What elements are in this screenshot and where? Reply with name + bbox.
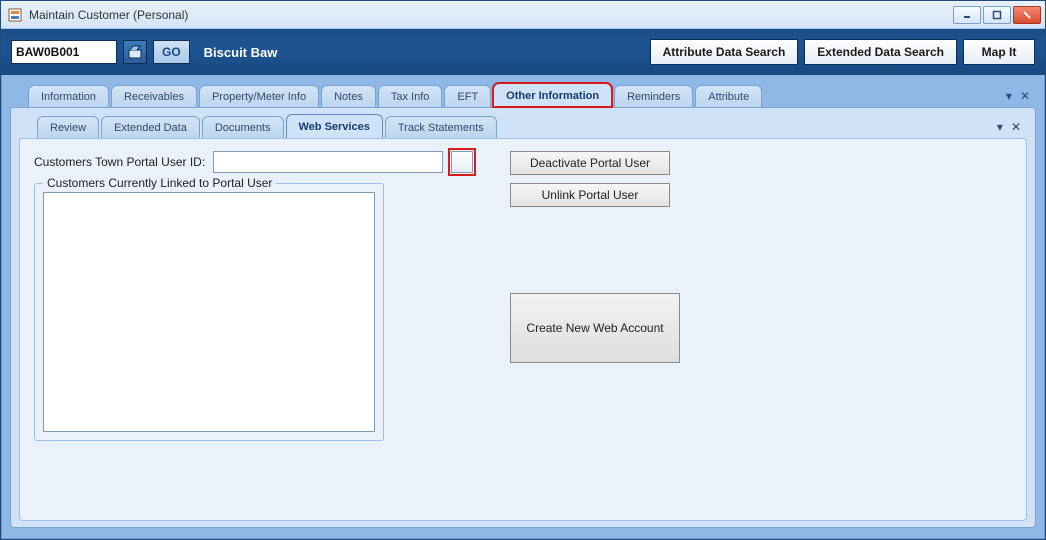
tab-other-information[interactable]: Other Information — [493, 83, 612, 107]
deactivate-portal-user-button[interactable]: Deactivate Portal User — [510, 151, 670, 175]
work-area: Information Receivables Property/Meter I… — [1, 75, 1045, 539]
tab-web-services[interactable]: Web Services — [286, 114, 383, 138]
linked-customers-list[interactable] — [43, 192, 375, 432]
tab-notes[interactable]: Notes — [321, 85, 376, 107]
panel-dropdown-icon[interactable]: ▾ — [1006, 89, 1012, 103]
subpanel-dropdown-icon[interactable]: ▾ — [997, 120, 1003, 134]
lookup-icon[interactable] — [123, 40, 147, 64]
tab-property-meter-info[interactable]: Property/Meter Info — [199, 85, 319, 107]
extended-data-search-button[interactable]: Extended Data Search — [804, 39, 957, 65]
attribute-data-search-button[interactable]: Attribute Data Search — [650, 39, 799, 65]
linked-customers-label: Customers Currently Linked to Portal Use… — [43, 176, 276, 190]
tab-documents[interactable]: Documents — [202, 116, 284, 138]
close-button[interactable] — [1013, 6, 1041, 24]
create-new-web-account-button[interactable]: Create New Web Account — [510, 293, 680, 363]
portal-user-id-input[interactable] — [213, 151, 443, 173]
toolbar: GO Biscuit Baw Attribute Data Search Ext… — [1, 29, 1045, 75]
portal-user-id-label: Customers Town Portal User ID: — [34, 155, 205, 169]
window-title: Maintain Customer (Personal) — [29, 8, 953, 22]
tab-attribute[interactable]: Attribute — [695, 85, 762, 107]
tab-eft[interactable]: EFT — [444, 85, 491, 107]
tab-track-statements[interactable]: Track Statements — [385, 116, 497, 138]
tab-extended-data[interactable]: Extended Data — [101, 116, 200, 138]
primary-tab-row: Information Receivables Property/Meter I… — [10, 81, 1036, 107]
tab-receivables[interactable]: Receivables — [111, 85, 197, 107]
tab-tax-info[interactable]: Tax Info — [378, 85, 443, 107]
minimize-button[interactable] — [953, 6, 981, 24]
app-window: Maintain Customer (Personal) GO Biscuit … — [0, 0, 1046, 540]
customer-code-input[interactable] — [11, 40, 117, 64]
maximize-button[interactable] — [983, 6, 1011, 24]
tab-information[interactable]: Information — [28, 85, 109, 107]
tab-reminders[interactable]: Reminders — [614, 85, 693, 107]
tab-review[interactable]: Review — [37, 116, 99, 138]
titlebar: Maintain Customer (Personal) — [1, 1, 1045, 29]
portal-user-lookup-button[interactable] — [451, 151, 473, 173]
other-information-panel: Review Extended Data Documents Web Servi… — [10, 107, 1036, 528]
subpanel-close-icon[interactable]: ✕ — [1011, 120, 1021, 134]
linked-customers-group: Customers Currently Linked to Portal Use… — [34, 183, 384, 441]
go-button[interactable]: GO — [153, 40, 190, 64]
window-controls — [953, 6, 1041, 24]
map-it-button[interactable]: Map It — [963, 39, 1035, 65]
unlink-portal-user-button[interactable]: Unlink Portal User — [510, 183, 670, 207]
web-services-panel: Customers Town Portal User ID: Customers… — [19, 138, 1027, 521]
secondary-tab-row: Review Extended Data Documents Web Servi… — [19, 114, 1027, 138]
panel-close-icon[interactable]: ✕ — [1020, 89, 1030, 103]
customer-name: Biscuit Baw — [204, 45, 278, 60]
app-icon — [7, 7, 23, 23]
